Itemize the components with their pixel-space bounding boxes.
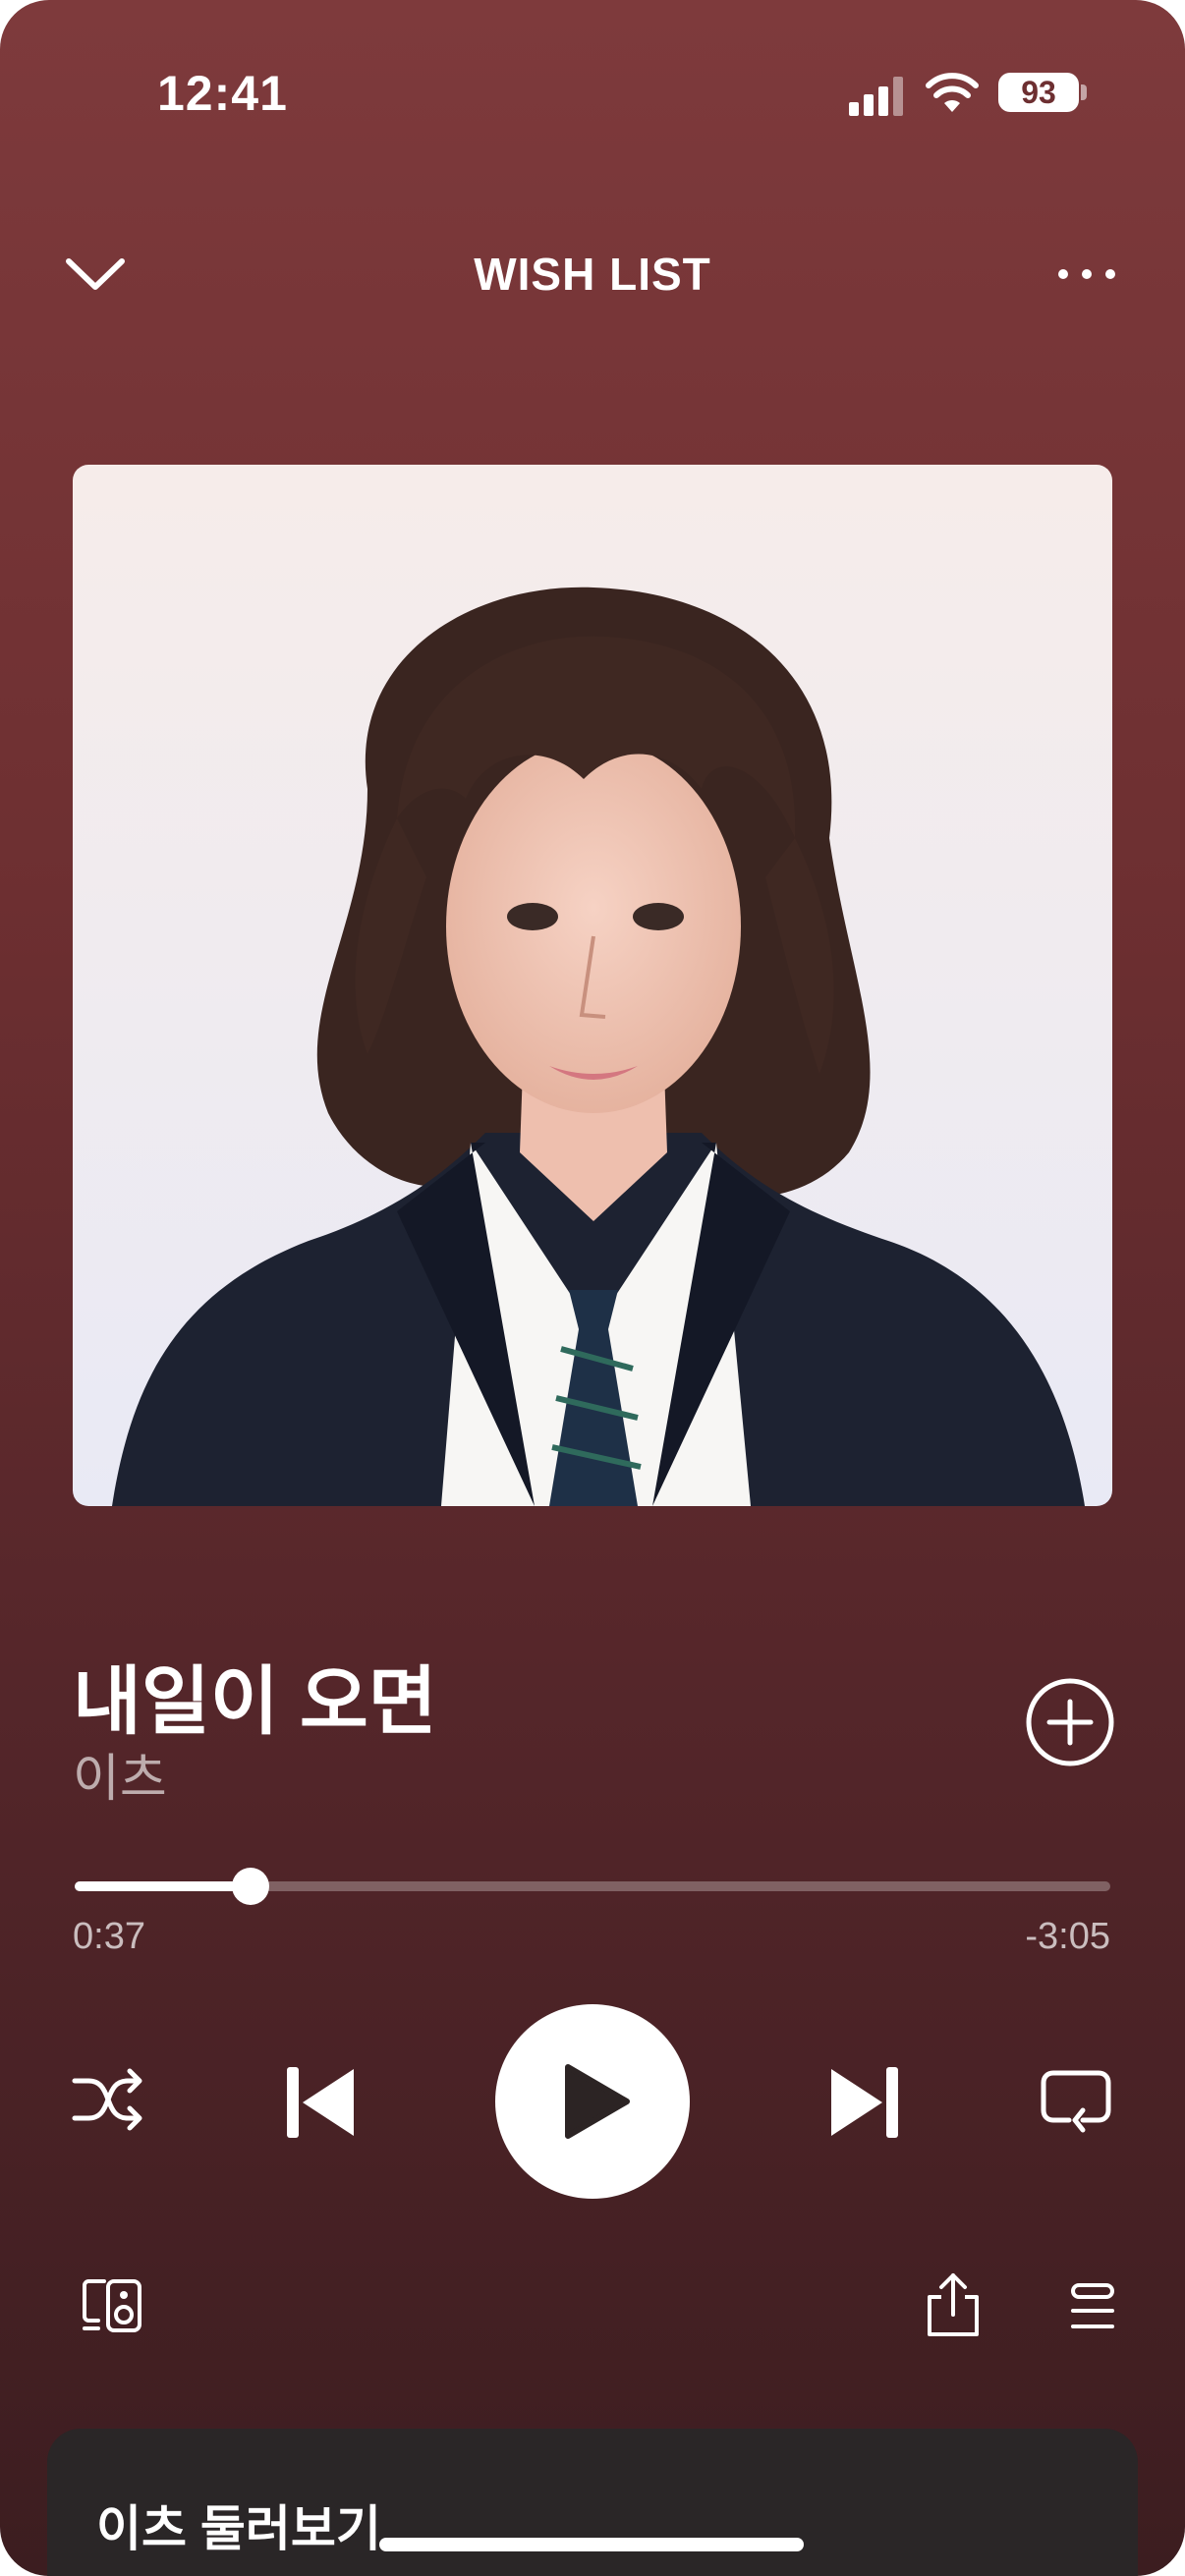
battery-nub <box>1081 84 1087 100</box>
progress-slider[interactable] <box>75 1868 1110 1905</box>
now-playing-screen: 12:41 93 WISH LIST 내일이 오면 이츠 0:37 -3:05 … <box>0 0 1185 2576</box>
elapsed-time: 0:37 <box>73 1916 145 1957</box>
playlist-title: WISH LIST <box>474 249 711 300</box>
previous-icon[interactable] <box>285 2065 356 2140</box>
play-icon <box>565 2064 630 2139</box>
progress-thumb[interactable] <box>232 1868 270 1905</box>
queue-icon[interactable] <box>1069 2281 1116 2332</box>
signal-icon <box>849 77 906 116</box>
home-indicator[interactable] <box>379 2538 804 2551</box>
shuffle-icon[interactable] <box>71 2067 145 2132</box>
repeat-icon[interactable] <box>1040 2067 1112 2136</box>
wifi-icon <box>926 73 979 112</box>
share-icon[interactable] <box>924 2269 983 2338</box>
connect-device-icon[interactable] <box>83 2277 143 2334</box>
status-time: 12:41 <box>157 66 288 121</box>
artist-explore-title: 이츠 둘러보기 <box>96 2501 381 2556</box>
song-title: 내일이 오면 <box>73 1660 437 1744</box>
album-artwork <box>73 465 1112 1506</box>
remaining-time: -3:05 <box>1025 1916 1110 1957</box>
add-circle-icon[interactable] <box>1024 1676 1116 1768</box>
battery-icon: 93 <box>998 73 1079 112</box>
progress-fill <box>75 1881 252 1891</box>
play-button[interactable] <box>495 2004 690 2199</box>
artist-explore-card[interactable]: 이츠 둘러보기 <box>47 2429 1138 2576</box>
more-dots-icon[interactable] <box>1055 250 1118 299</box>
song-artist[interactable]: 이츠 <box>73 1737 167 1811</box>
next-icon[interactable] <box>829 2065 900 2140</box>
